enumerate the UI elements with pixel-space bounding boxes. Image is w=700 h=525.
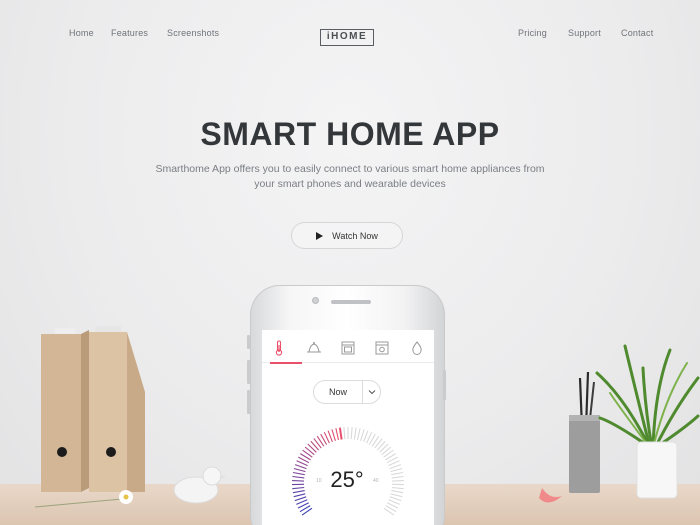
stove-icon <box>375 341 389 354</box>
bell-icon <box>306 341 321 352</box>
magazine-holder-illustration <box>41 326 145 492</box>
dial-tick <box>353 427 357 440</box>
daisy-flower-illustration <box>34 490 133 508</box>
nav-support-link[interactable]: Support <box>568 28 601 38</box>
dial-tick <box>356 428 361 441</box>
dial-tick <box>389 464 402 470</box>
play-icon <box>316 231 324 240</box>
dial-tick <box>391 486 404 490</box>
tab-oven[interactable] <box>337 337 359 359</box>
dial-tick <box>363 430 369 443</box>
dial-tick <box>360 429 365 441</box>
phone-volume-up <box>247 360 250 384</box>
phone-speaker <box>331 300 371 304</box>
dial-tick <box>335 428 340 441</box>
dial-tick <box>343 427 346 440</box>
dial-tick <box>389 496 402 502</box>
hero-subtitle-line1: Smarthome App offers you to easily conne… <box>155 163 545 175</box>
logo[interactable]: iHOME <box>320 29 374 46</box>
dial-tick <box>331 429 336 441</box>
nav-screenshots-link[interactable]: Screenshots <box>167 28 219 38</box>
watch-now-label: Watch Now <box>332 230 378 241</box>
temperature-readout: 25° <box>330 467 364 492</box>
tab-water[interactable] <box>406 337 428 359</box>
dial-tick <box>391 471 404 476</box>
plant-pot-illustration <box>595 344 700 499</box>
dial-tick <box>390 493 403 498</box>
nav-home-link[interactable]: Home <box>69 28 94 38</box>
dial-tick <box>292 471 305 476</box>
water-drop-icon <box>412 340 422 355</box>
dial-tick <box>391 490 404 494</box>
dial-tick <box>294 496 307 502</box>
phone-camera <box>312 297 319 304</box>
hero-subtitle-line2: your smart phones and wearable devices <box>254 178 446 190</box>
bird-figurine-illustration <box>173 466 226 504</box>
dial-tick <box>391 475 404 479</box>
hero-title: SMART HOME APP <box>200 116 500 152</box>
watch-now-button[interactable]: Watch Now <box>291 222 403 249</box>
app-tab-bar <box>262 333 434 363</box>
dial-tick <box>327 430 333 443</box>
dial-tick <box>390 467 403 473</box>
mode-select-value: Now <box>328 387 347 397</box>
thermostat-dial[interactable] <box>262 405 434 525</box>
chevron-down-icon <box>362 381 380 403</box>
phone-volume-down <box>247 390 250 414</box>
tab-stove[interactable] <box>371 337 393 359</box>
dial-tick <box>338 427 343 440</box>
phone-mute-switch <box>247 335 250 349</box>
dial-tick <box>292 475 305 479</box>
phone-power-button <box>443 370 446 400</box>
mode-select[interactable]: Now <box>313 380 381 404</box>
nav-contact-link[interactable]: Contact <box>621 28 653 38</box>
dial-tick <box>294 464 307 470</box>
tab-thermometer[interactable] <box>268 337 290 359</box>
dial-tick <box>293 467 306 473</box>
nav-pricing-link[interactable]: Pricing <box>518 28 547 38</box>
dial-tick <box>292 480 305 482</box>
tab-bell[interactable] <box>303 337 325 359</box>
dial-tick <box>391 480 404 482</box>
thermometer-icon <box>276 339 283 356</box>
dial-tick <box>350 427 353 440</box>
active-tab-indicator <box>270 362 302 364</box>
oven-icon <box>341 341 355 354</box>
nav-features-link[interactable]: Features <box>111 28 148 38</box>
dial-tick <box>292 490 305 494</box>
dial-tick <box>292 486 305 490</box>
dial-tick <box>293 493 306 498</box>
